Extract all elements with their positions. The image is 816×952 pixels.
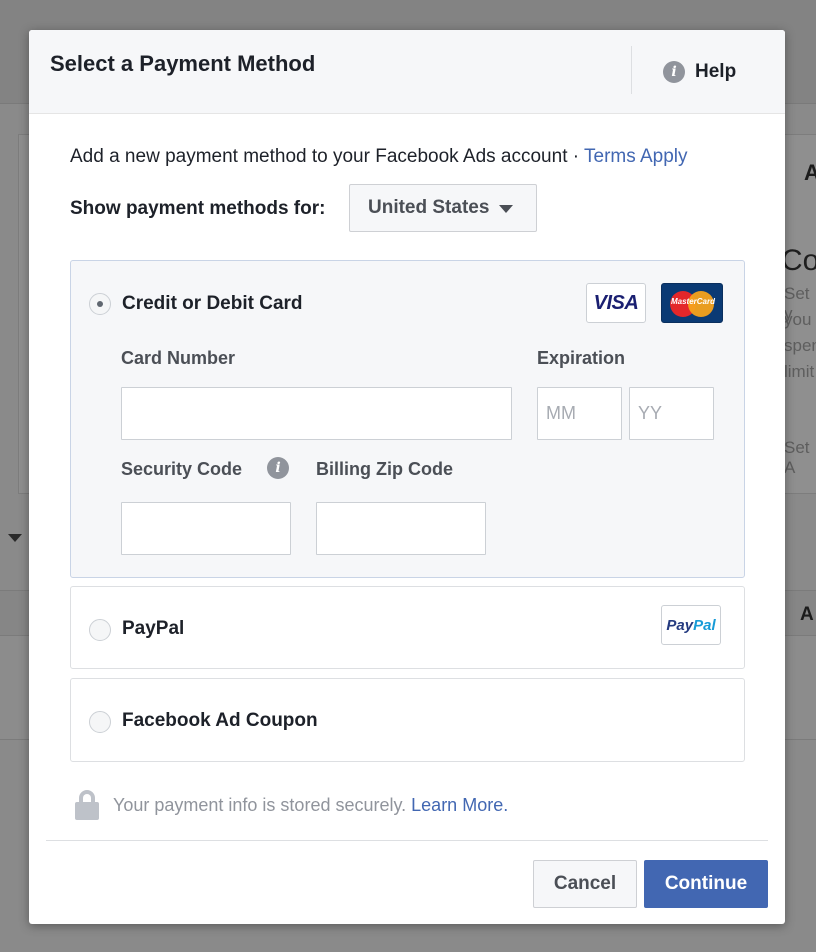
- info-icon[interactable]: i: [267, 457, 289, 479]
- payment-method-dialog: Select a Payment Method i Help Add a new…: [29, 30, 785, 924]
- dialog-header: Select a Payment Method i Help: [29, 30, 785, 114]
- radio-paypal[interactable]: [89, 619, 111, 641]
- card-number-label: Card Number: [121, 348, 236, 368]
- background-caret-icon: [8, 534, 22, 542]
- radio-credit-card[interactable]: [89, 293, 111, 315]
- secure-note-label: Your payment info is stored securely.: [113, 794, 412, 815]
- paypal-logo-part: Pal: [693, 616, 716, 634]
- show-methods-label: Show payment methods for:: [70, 198, 326, 219]
- credit-card-label: Credit or Debit Card: [122, 293, 303, 314]
- background-text: you: [784, 310, 812, 329]
- intro-text: Add a new payment method to your Faceboo…: [70, 146, 688, 168]
- mastercard-logo: MasterCard: [661, 283, 723, 323]
- chevron-down-icon: [499, 205, 514, 213]
- billing-zip-input[interactable]: [316, 502, 486, 555]
- learn-more-link[interactable]: Learn More.: [411, 795, 508, 815]
- header-divider: [631, 46, 632, 94]
- background-text: A: [800, 604, 814, 625]
- background-text: A: [804, 160, 816, 185]
- terms-apply-link[interactable]: Terms Apply: [584, 146, 687, 167]
- option-paypal[interactable]: PayPal Pay Pal: [70, 586, 745, 669]
- lock-icon: [75, 790, 99, 820]
- expiration-year-input[interactable]: [629, 387, 714, 440]
- radio-ad-coupon[interactable]: [89, 711, 111, 733]
- paypal-label: PayPal: [122, 618, 185, 639]
- ad-coupon-label: Facebook Ad Coupon: [122, 710, 318, 731]
- paypal-logo-part: Pay: [666, 616, 694, 634]
- option-credit-card[interactable]: Credit or Debit Card VISA MasterCard Car…: [70, 260, 745, 578]
- country-value: United States: [368, 197, 490, 218]
- mastercard-text: MasterCard: [670, 297, 715, 306]
- expiration-month-input[interactable]: [537, 387, 622, 440]
- card-number-input[interactable]: [121, 387, 512, 440]
- background-text: Set A: [784, 438, 810, 477]
- continue-button[interactable]: Continue: [644, 860, 768, 908]
- cancel-button[interactable]: Cancel: [533, 860, 637, 908]
- visa-logo: VISA: [586, 283, 646, 323]
- background-text: limit: [784, 362, 815, 381]
- intro-label: Add a new payment method to your Faceboo…: [70, 146, 585, 167]
- secure-note: Your payment info is stored securely. Le…: [75, 790, 508, 820]
- help-label: Help: [695, 61, 737, 82]
- dialog-title: Select a Payment Method: [50, 51, 316, 76]
- expiration-label: Expiration: [537, 348, 626, 368]
- lock-body: [75, 802, 99, 820]
- background-text: spen: [784, 336, 816, 355]
- paypal-logo: Pay Pal: [661, 605, 721, 645]
- secure-note-text: Your payment info is stored securely. Le…: [113, 795, 508, 816]
- radio-selected-dot: [97, 301, 103, 307]
- info-icon: i: [663, 61, 685, 83]
- billing-zip-label: Billing Zip Code: [316, 459, 453, 479]
- background-text: Co: [781, 244, 816, 277]
- option-ad-coupon[interactable]: Facebook Ad Coupon: [70, 678, 745, 762]
- help-link[interactable]: i Help: [663, 61, 736, 83]
- security-code-label: Security Code: [121, 459, 243, 479]
- footer-divider: [46, 840, 768, 841]
- security-code-input[interactable]: [121, 502, 291, 555]
- country-select[interactable]: United States: [349, 184, 537, 232]
